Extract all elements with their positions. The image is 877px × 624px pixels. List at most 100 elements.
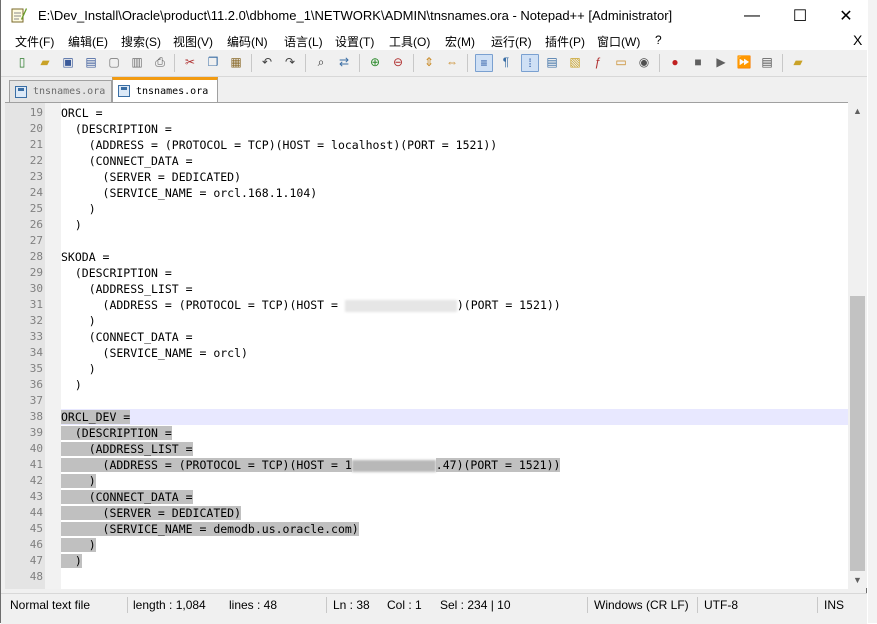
code-line[interactable]: 42 ) [30, 473, 848, 489]
status-eol[interactable]: Windows (CR LF) [594, 598, 689, 612]
sync-horizontal-icon[interactable]: ⇔ [444, 54, 460, 70]
maximize-button[interactable]: ☐ [777, 0, 823, 31]
line-number: 44 [29, 506, 43, 519]
code-line[interactable]: 38 ORCL_DEV = [30, 409, 848, 425]
code-line[interactable]: 35 ) [30, 361, 848, 377]
paste-icon[interactable]: ▦ [228, 54, 244, 70]
menu-view[interactable]: 视图(V) [173, 33, 213, 50]
code-line[interactable]: 33 (CONNECT_DATA = [30, 329, 848, 345]
code-line[interactable]: 25 ) [30, 201, 848, 217]
new-file-icon[interactable]: ▯ [14, 54, 30, 70]
code-line[interactable]: 31 (ADDRESS = (PROTOCOL = TCP)(HOST = )(… [30, 297, 848, 313]
close-window-button[interactable]: ✕ [823, 0, 869, 31]
code-line[interactable]: 30 (ADDRESS_LIST = [30, 281, 848, 297]
save-icon[interactable]: ▣ [60, 54, 76, 70]
vertical-scrollbar[interactable]: ▲ ▼ [848, 102, 867, 588]
save-macro-icon[interactable]: ▤ [759, 54, 775, 70]
close-all-icon[interactable]: ▥ [129, 54, 145, 70]
play-macro-icon[interactable]: ▶ [713, 54, 729, 70]
code-line[interactable]: 36 ) [30, 377, 848, 393]
menu-edit[interactable]: 编辑(E) [68, 33, 108, 50]
editor-pane[interactable]: 19 ORCL = 20 (DESCRIPTION = 21 (ADDRESS = (… [5, 102, 848, 589]
code-line[interactable]: 28 SKODA = [30, 249, 848, 265]
code-text: ) [61, 554, 82, 568]
copy-icon[interactable]: ❐ [205, 54, 221, 70]
redo-icon[interactable]: ↷ [282, 54, 298, 70]
launch-icon[interactable]: ▰ [790, 54, 806, 70]
code-line[interactable]: 45 (SERVICE_NAME = demodb.us.oracle.com) [30, 521, 848, 537]
doc-map-icon[interactable]: ▤ [544, 54, 560, 70]
code-line[interactable]: 43 (CONNECT_DATA = [30, 489, 848, 505]
cut-icon[interactable]: ✂ [182, 54, 198, 70]
find-icon[interactable]: ⌕ [313, 54, 329, 70]
status-mode[interactable]: INS [824, 598, 844, 612]
code-text: (SERVER = DEDICATED) [61, 170, 242, 184]
scroll-down-icon[interactable]: ▼ [848, 571, 867, 588]
menu-run[interactable]: 运行(R) [491, 33, 532, 50]
code-line[interactable]: 24 (SERVICE_NAME = orcl.168.1.104) [30, 185, 848, 201]
code-line[interactable]: 26 ) [30, 217, 848, 233]
function-list-icon[interactable]: ▧ [567, 54, 583, 70]
status-encoding[interactable]: UTF-8 [704, 598, 738, 612]
indent-guide-icon[interactable]: ⁞ [521, 54, 539, 72]
run-macro-multiple-icon[interactable]: ⏩ [736, 54, 752, 70]
zoom-out-icon[interactable]: ⊖ [390, 54, 406, 70]
show-all-chars-icon[interactable]: ¶ [498, 54, 514, 70]
minimize-button[interactable]: — [729, 0, 775, 31]
monitor-icon[interactable]: ◉ [636, 54, 652, 70]
toolbar-separator [467, 54, 468, 72]
line-number: 43 [29, 490, 43, 503]
zoom-in-icon[interactable]: ⊕ [367, 54, 383, 70]
code-line[interactable]: 21 (ADDRESS = (PROTOCOL = TCP)(HOST = lo… [30, 137, 848, 153]
close-icon[interactable]: ▢ [106, 54, 122, 70]
save-all-icon[interactable]: ▤ [83, 54, 99, 70]
menu-language[interactable]: 语言(L) [284, 33, 323, 50]
code-line[interactable]: 22 (CONNECT_DATA = [30, 153, 848, 169]
code-line[interactable]: 23 (SERVER = DEDICATED) [30, 169, 848, 185]
code-line[interactable]: 27 [30, 233, 848, 249]
code-line[interactable]: 47 ) [30, 553, 848, 569]
record-macro-icon[interactable]: ● [667, 54, 683, 70]
redacted-host [351, 459, 436, 472]
code-area[interactable]: 19 ORCL = 20 (DESCRIPTION = 21 (ADDRESS = (… [30, 103, 848, 589]
status-separator [587, 597, 588, 613]
code-line[interactable]: 32 ) [30, 313, 848, 329]
tab-tnsnames-1[interactable]: tnsnames.ora [9, 80, 112, 102]
code-line[interactable]: 40 (ADDRESS_LIST = [30, 441, 848, 457]
code-line[interactable]: 39 (DESCRIPTION = [30, 425, 848, 441]
sync-vertical-icon[interactable]: ⇕ [421, 54, 437, 70]
menu-tools[interactable]: 工具(O) [389, 33, 430, 50]
background-window-right [868, 0, 877, 623]
menu-search[interactable]: 搜索(S) [121, 33, 161, 50]
close-document-button[interactable]: X [853, 32, 862, 48]
undo-icon[interactable]: ↶ [259, 54, 275, 70]
stop-record-icon[interactable]: ■ [690, 54, 706, 70]
tab-bar: tnsnames.ora tnsnames.ora [1, 77, 867, 102]
menu-macro[interactable]: 宏(M) [445, 33, 475, 50]
menu-plugins[interactable]: 插件(P) [545, 33, 585, 50]
folder-as-workspace-icon[interactable]: ▭ [613, 54, 629, 70]
code-line[interactable]: 37 [30, 393, 848, 409]
code-line[interactable]: 29 (DESCRIPTION = [30, 265, 848, 281]
replace-icon[interactable]: ⇄ [336, 54, 352, 70]
word-wrap-icon[interactable]: ≡ [475, 54, 493, 72]
code-line[interactable]: 34 (SERVICE_NAME = orcl) [30, 345, 848, 361]
scroll-up-icon[interactable]: ▲ [848, 102, 867, 119]
menu-window[interactable]: 窗口(W) [597, 33, 640, 50]
code-line[interactable]: 41 (ADDRESS = (PROTOCOL = TCP)(HOST = 1.… [30, 457, 848, 473]
code-line[interactable]: 19 ORCL = [30, 105, 848, 121]
code-text: ) [61, 218, 82, 232]
menu-file[interactable]: 文件(F) [15, 33, 54, 50]
folder-workspace-icon[interactable]: ƒ [590, 54, 606, 70]
code-line[interactable]: 46 ) [30, 537, 848, 553]
scrollbar-thumb[interactable] [850, 296, 865, 571]
tab-tnsnames-2[interactable]: tnsnames.ora [112, 77, 218, 102]
menu-settings[interactable]: 设置(T) [335, 33, 374, 50]
code-line[interactable]: 20 (DESCRIPTION = [30, 121, 848, 137]
code-line[interactable]: 48 [30, 569, 848, 585]
menu-encoding[interactable]: 编码(N) [227, 33, 268, 50]
code-line[interactable]: 44 (SERVER = DEDICATED) [30, 505, 848, 521]
print-icon[interactable]: ⎙ [152, 54, 168, 70]
menu-help[interactable]: ? [655, 33, 662, 47]
open-file-icon[interactable]: ▰ [37, 54, 53, 70]
